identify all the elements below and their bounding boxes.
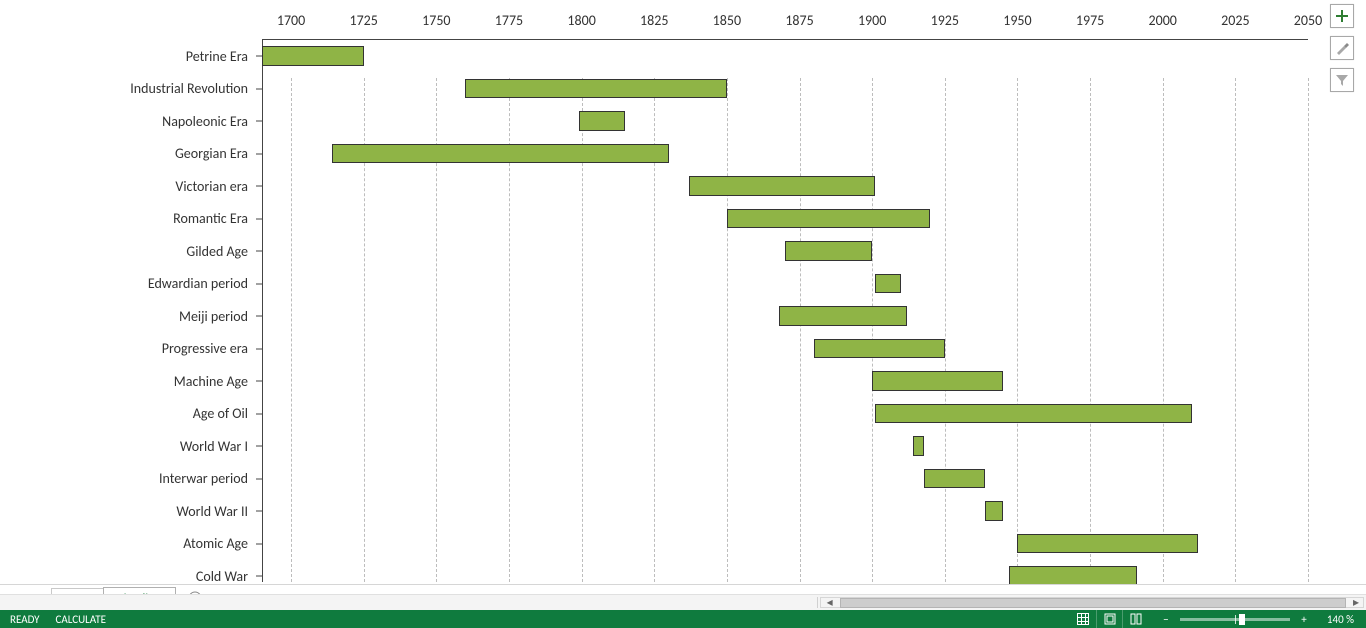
x-tick-label: 1750	[422, 12, 450, 29]
chart-elements-button[interactable]	[1330, 4, 1354, 28]
zoom-control: − + 140 %	[1160, 613, 1354, 626]
chart-row	[262, 300, 1308, 333]
chart-row	[262, 105, 1308, 138]
category-label: Petrine Era	[4, 40, 262, 73]
x-tick-label: 1925	[931, 12, 959, 29]
category-label: Romantic Era	[4, 203, 262, 236]
chart-filter-button[interactable]	[1330, 68, 1354, 92]
zoom-label[interactable]: 140 %	[1318, 613, 1354, 626]
chart-container: Petrine EraIndustrial RevolutionNapoleon…	[0, 0, 1366, 584]
range-bar[interactable]	[689, 176, 875, 196]
category-label: Machine Age	[4, 365, 262, 398]
x-tick-label: 1850	[713, 12, 741, 29]
chart-row	[262, 268, 1308, 301]
gridline	[1308, 78, 1309, 582]
category-label: Napoleonic Era	[4, 105, 262, 138]
x-tick-label: 1825	[640, 12, 668, 29]
view-page-break-button[interactable]	[1122, 610, 1148, 628]
category-label: Edwardian period	[4, 268, 262, 301]
range-bar[interactable]	[985, 501, 1002, 521]
chart-row	[262, 73, 1308, 106]
chart-row	[262, 365, 1308, 398]
chart-row	[262, 333, 1308, 366]
category-label: World War II	[4, 495, 262, 528]
range-bar[interactable]	[262, 46, 364, 66]
range-bar[interactable]	[1017, 534, 1197, 554]
chart-row	[262, 398, 1308, 431]
chart-styles-button[interactable]	[1330, 36, 1354, 60]
range-bar[interactable]	[814, 339, 945, 359]
chart-row	[262, 430, 1308, 463]
range-bar[interactable]	[779, 306, 907, 326]
category-label: Industrial Revolution	[4, 73, 262, 106]
category-label: Gilded Age	[4, 235, 262, 268]
range-bar[interactable]	[785, 241, 872, 261]
status-calculate[interactable]: CALCULATE	[56, 613, 107, 626]
category-label: Atomic Age	[4, 528, 262, 561]
category-label: Age of Oil	[4, 398, 262, 431]
category-label: Interwar period	[4, 463, 262, 496]
x-tick-label: 2025	[1221, 12, 1249, 29]
chart-row	[262, 560, 1308, 584]
x-tick-label: 2050	[1294, 12, 1322, 29]
view-buttons	[1070, 610, 1148, 628]
range-bar[interactable]	[875, 404, 1192, 424]
plot-area[interactable]	[262, 40, 1308, 582]
category-label: Meiji period	[4, 300, 262, 333]
category-label: Progressive era	[4, 333, 262, 366]
x-axis: 1700 1725 1750 1775 1800 1825 1850 1875 1900 1925…	[262, 2, 1308, 40]
chart-row	[262, 138, 1308, 171]
chart-side-tools	[1330, 4, 1354, 92]
category-label: World War I	[4, 430, 262, 463]
x-tick-label: 1725	[349, 12, 377, 29]
view-normal-button[interactable]	[1070, 610, 1096, 628]
zoom-in-button[interactable]: +	[1298, 613, 1310, 626]
status-ready: READY	[10, 613, 40, 626]
sheet-tab-strip: ◂ ▸ DataTimeline ◂ ▸	[0, 584, 1366, 610]
x-tick-label: 1875	[785, 12, 813, 29]
x-tick-label: 1900	[858, 12, 886, 29]
zoom-slider[interactable]	[1180, 618, 1290, 621]
category-label: Cold War	[4, 560, 262, 584]
x-tick-label: 1775	[495, 12, 523, 29]
x-tick-label: 1800	[567, 12, 595, 29]
chart-row	[262, 170, 1308, 203]
chart-row	[262, 528, 1308, 561]
chart-row	[262, 463, 1308, 496]
x-tick-label: 1975	[1076, 12, 1104, 29]
category-label: Victorian era	[4, 170, 262, 203]
range-bar[interactable]	[875, 274, 901, 294]
range-bar[interactable]	[579, 111, 625, 131]
range-bar[interactable]	[1009, 566, 1137, 584]
chart-row	[262, 495, 1308, 528]
status-bar: READY CALCULATE − + 140 %	[0, 610, 1366, 628]
category-label: Georgian Era	[4, 138, 262, 171]
zoom-out-button[interactable]: −	[1160, 613, 1172, 626]
x-tick-label: 2000	[1149, 12, 1177, 29]
range-bar[interactable]	[727, 209, 930, 229]
y-axis-labels: Petrine EraIndustrial RevolutionNapoleon…	[4, 2, 262, 582]
range-bar[interactable]	[913, 436, 925, 456]
range-bar[interactable]	[332, 144, 669, 164]
range-bar[interactable]	[465, 79, 727, 99]
chart-row	[262, 40, 1308, 73]
chart-row	[262, 203, 1308, 236]
range-bar[interactable]	[924, 469, 985, 489]
sheet-horizontal-scrollbar[interactable]: ◂ ▸	[0, 594, 1366, 610]
x-tick-label: 1950	[1003, 12, 1031, 29]
scroll-right-arrow[interactable]: ▸	[1348, 597, 1364, 609]
chart-row	[262, 235, 1308, 268]
range-bar[interactable]	[872, 371, 1003, 391]
x-tick-label: 1700	[277, 12, 305, 29]
view-page-layout-button[interactable]	[1096, 610, 1122, 628]
